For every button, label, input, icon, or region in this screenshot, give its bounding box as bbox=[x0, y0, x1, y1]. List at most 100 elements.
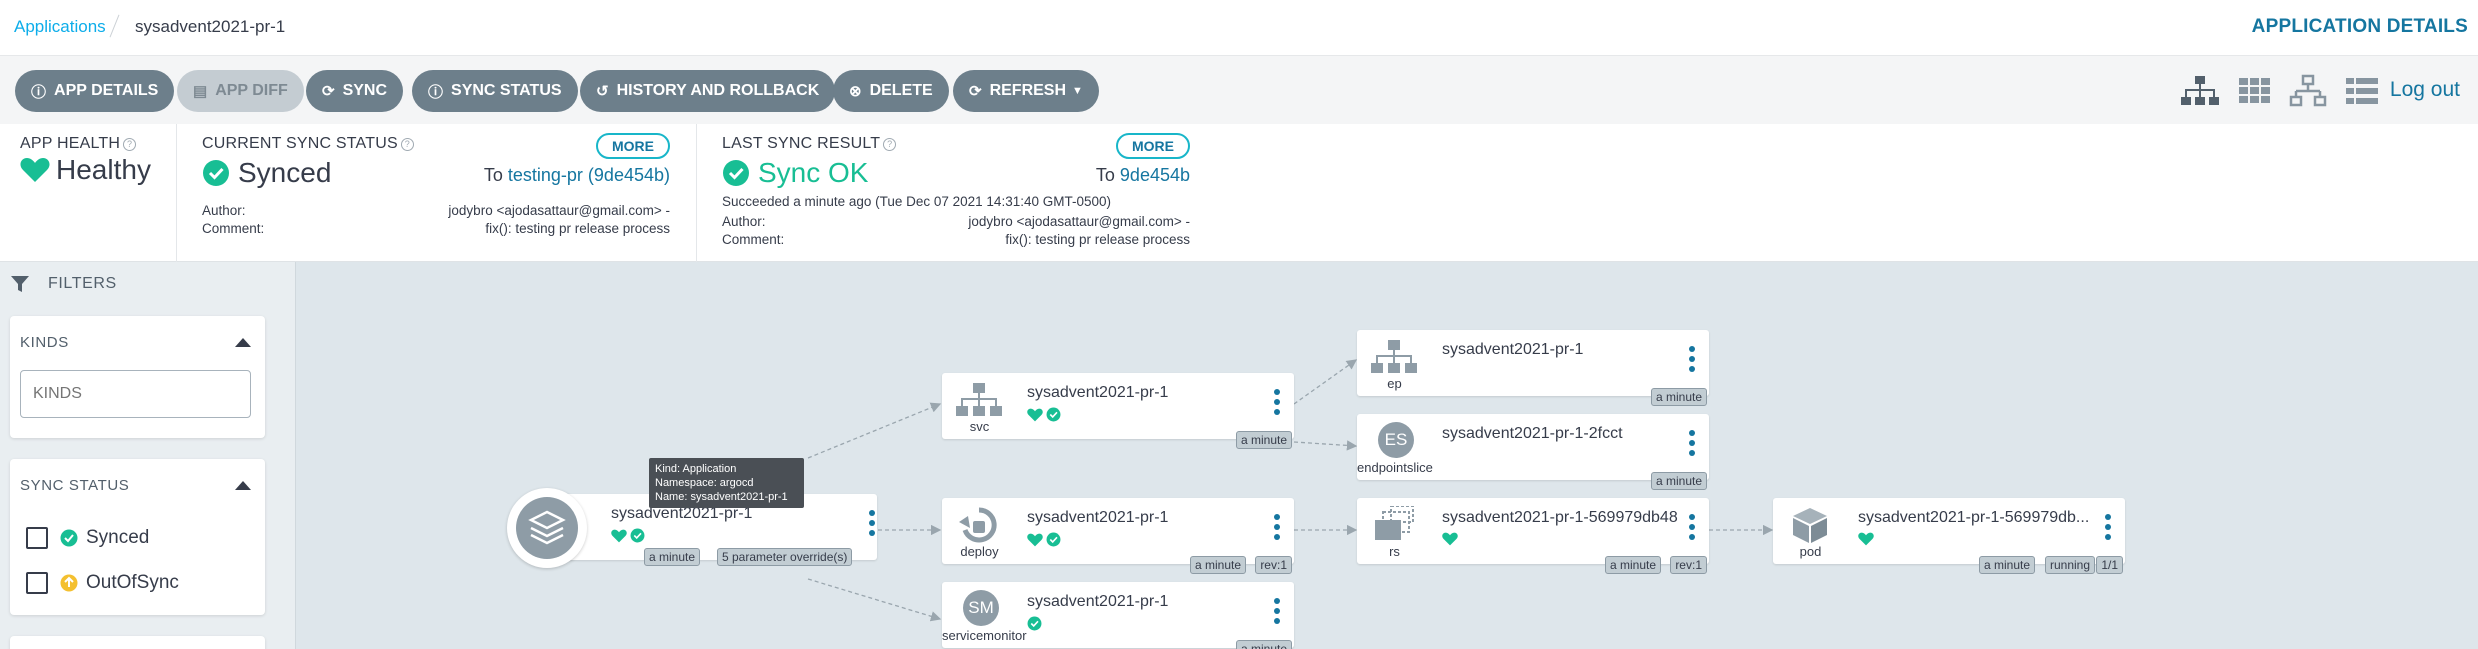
check-circle-icon bbox=[60, 529, 78, 547]
app-details-button[interactable]: ⓘ APP DETAILS bbox=[15, 70, 175, 112]
param-override-tag: 5 parameter override(s) bbox=[717, 548, 853, 566]
heart-icon bbox=[1442, 532, 1458, 546]
pod-node[interactable]: pod sysadvent2021-pr-1-569979db... a min… bbox=[1773, 498, 2125, 574]
logout-link[interactable]: Log out bbox=[2390, 78, 2460, 102]
sync-button[interactable]: ⟳ SYNC bbox=[306, 70, 404, 112]
last-sync-more-button[interactable]: MORE bbox=[1116, 133, 1190, 159]
file-icon: ▤ bbox=[193, 83, 208, 100]
check-circle-icon bbox=[723, 160, 749, 186]
last-sync-value: Sync OK bbox=[722, 157, 868, 189]
current-sync-label: CURRENT SYNC STATUS? bbox=[202, 135, 414, 153]
arrow-up-circle-icon bbox=[60, 574, 78, 592]
age-tag: a minute bbox=[644, 548, 701, 566]
kinds-input[interactable] bbox=[20, 370, 251, 418]
tree-view-icon[interactable] bbox=[2181, 74, 2219, 108]
pod-icon bbox=[1793, 508, 1827, 543]
deployment-icon bbox=[959, 507, 997, 543]
tooltip-namespace: Namespace: argocd bbox=[655, 477, 754, 489]
synced-filter-label: Synced bbox=[60, 527, 149, 549]
info-icon: ⓘ bbox=[428, 83, 444, 101]
out-of-sync-checkbox[interactable] bbox=[26, 572, 48, 594]
author-value: jodybro <ajodasattaur@gmail.com> - bbox=[448, 203, 670, 218]
history-rollback-button[interactable]: ↺ HISTORY AND ROLLBACK bbox=[580, 70, 836, 112]
age-tag: a minute bbox=[1604, 556, 1661, 574]
service-icon bbox=[956, 383, 1002, 416]
heart-icon bbox=[20, 158, 50, 182]
synced-checkbox[interactable] bbox=[26, 527, 48, 549]
help-icon[interactable]: ? bbox=[123, 138, 137, 151]
author-value: jodybro <ajodasattaur@gmail.com> - bbox=[968, 214, 1190, 229]
help-icon[interactable]: ? bbox=[400, 138, 414, 151]
layers-icon bbox=[516, 497, 578, 559]
kebab-menu-icon[interactable] bbox=[1689, 430, 1695, 456]
current-sync-target: To testing-pr (9de454b) bbox=[483, 165, 670, 185]
status-panel: APP HEALTH? Healthy CURRENT SYNC STATUS?… bbox=[0, 124, 2478, 262]
heart-icon bbox=[1858, 532, 1874, 546]
node-kind: pod bbox=[1799, 544, 1822, 559]
toolbar: ⓘ APP DETAILS ▤ APP DIFF ⟳ SYNC ⓘ SYNC STATU… bbox=[0, 56, 2478, 124]
node-name: sysadvent2021-pr-1 bbox=[1027, 509, 1169, 526]
pods-view-icon[interactable] bbox=[2236, 74, 2274, 108]
deploy-node[interactable]: deploy sysadvent2021-pr-1 a minute rev:1 bbox=[942, 498, 1294, 574]
kebab-menu-icon[interactable] bbox=[1689, 514, 1695, 540]
node-name: sysadvent2021-pr-1 bbox=[1027, 384, 1169, 401]
filters-header[interactable]: FILTERS bbox=[10, 274, 117, 294]
kinds-filter-title: KINDS bbox=[20, 334, 69, 351]
kebab-menu-icon[interactable] bbox=[1274, 389, 1280, 415]
refresh-button[interactable]: ⟳ REFRESH ▼ bbox=[953, 70, 1099, 112]
tooltip-kind: Kind: Application bbox=[655, 463, 737, 475]
node-status-icons bbox=[611, 528, 645, 543]
current-sync-more-button[interactable]: MORE bbox=[596, 133, 670, 159]
node-status-icons bbox=[1858, 532, 1874, 546]
caret-up-icon[interactable] bbox=[235, 481, 251, 490]
kebab-menu-icon[interactable] bbox=[1274, 514, 1280, 540]
last-sync-label: LAST SYNC RESULT? bbox=[722, 135, 897, 153]
delete-button[interactable]: ⊗ DELETE bbox=[833, 70, 949, 112]
app-diff-button[interactable]: ▤ APP DIFF bbox=[177, 70, 304, 112]
servicemonitor-node[interactable]: SM servicemonitor sysadvent2021-pr-1 a m… bbox=[942, 582, 1294, 649]
kebab-menu-icon[interactable] bbox=[1689, 346, 1695, 372]
node-status-icons bbox=[1442, 532, 1458, 546]
comment-value: fix(): testing pr release process bbox=[1005, 232, 1190, 247]
revision-link[interactable]: 9de454b bbox=[1120, 165, 1190, 185]
kebab-menu-icon[interactable] bbox=[869, 510, 875, 536]
comment-label: Comment: bbox=[202, 221, 265, 236]
help-icon[interactable]: ? bbox=[883, 138, 897, 151]
filters-sidebar: FILTERS KINDS SYNC STATUS Synced bbox=[0, 262, 296, 649]
kinds-filter-card: KINDS bbox=[10, 316, 265, 438]
node-name: sysadvent2021-pr-1 bbox=[1027, 593, 1169, 610]
endpointslice-icon: ES bbox=[1378, 422, 1414, 458]
author-label: Author: bbox=[202, 203, 246, 218]
endpointslice-node[interactable]: ES endpointslice sysadvent2021-pr-1-2fcc… bbox=[1357, 414, 1709, 490]
info-icon: ⓘ bbox=[31, 83, 47, 101]
svc-node[interactable]: svc sysadvent2021-pr-1 a minute bbox=[942, 373, 1294, 449]
last-sync-target: To 9de454b bbox=[1095, 165, 1190, 185]
app-health-value: Healthy bbox=[20, 154, 151, 186]
main-area: FILTERS KINDS SYNC STATUS Synced bbox=[0, 262, 2478, 649]
check-circle-icon bbox=[1046, 407, 1061, 422]
check-circle-icon bbox=[630, 528, 645, 543]
app-health-label: APP HEALTH? bbox=[20, 135, 137, 153]
age-tag: a minute bbox=[1650, 388, 1707, 406]
top-bar: Applications sysadvent2021-pr-1 APPLICAT… bbox=[0, 0, 2478, 56]
revision-link[interactable]: testing-pr (9de454b) bbox=[508, 165, 670, 185]
caret-up-icon[interactable] bbox=[235, 338, 251, 347]
kebab-menu-icon[interactable] bbox=[1274, 598, 1280, 624]
node-kind: svc bbox=[969, 419, 990, 434]
author-label: Author: bbox=[722, 214, 766, 229]
list-view-icon[interactable] bbox=[2343, 74, 2381, 108]
rs-node[interactable]: rs sysadvent2021-pr-1-569979db48 a minut… bbox=[1357, 498, 1709, 574]
node-name: sysadvent2021-pr-1-2fcct bbox=[1442, 425, 1623, 442]
node-name: sysadvent2021-pr-1-569979db... bbox=[1858, 509, 2090, 526]
breadcrumb-applications-link[interactable]: Applications bbox=[14, 17, 106, 37]
sync-status-button[interactable]: ⓘ SYNC STATUS bbox=[412, 70, 578, 112]
sync-status-filter-card: SYNC STATUS Synced OutOfSync bbox=[10, 459, 265, 615]
heart-icon bbox=[1027, 533, 1043, 546]
age-tag: a minute bbox=[1978, 556, 2035, 574]
network-view-icon[interactable] bbox=[2289, 74, 2327, 108]
ep-node[interactable]: ep sysadvent2021-pr-1 a minute bbox=[1357, 330, 1709, 406]
history-icon: ↺ bbox=[596, 83, 609, 100]
kebab-menu-icon[interactable] bbox=[2105, 514, 2111, 540]
delete-icon: ⊗ bbox=[849, 83, 862, 100]
node-kind: ep bbox=[1387, 376, 1402, 391]
